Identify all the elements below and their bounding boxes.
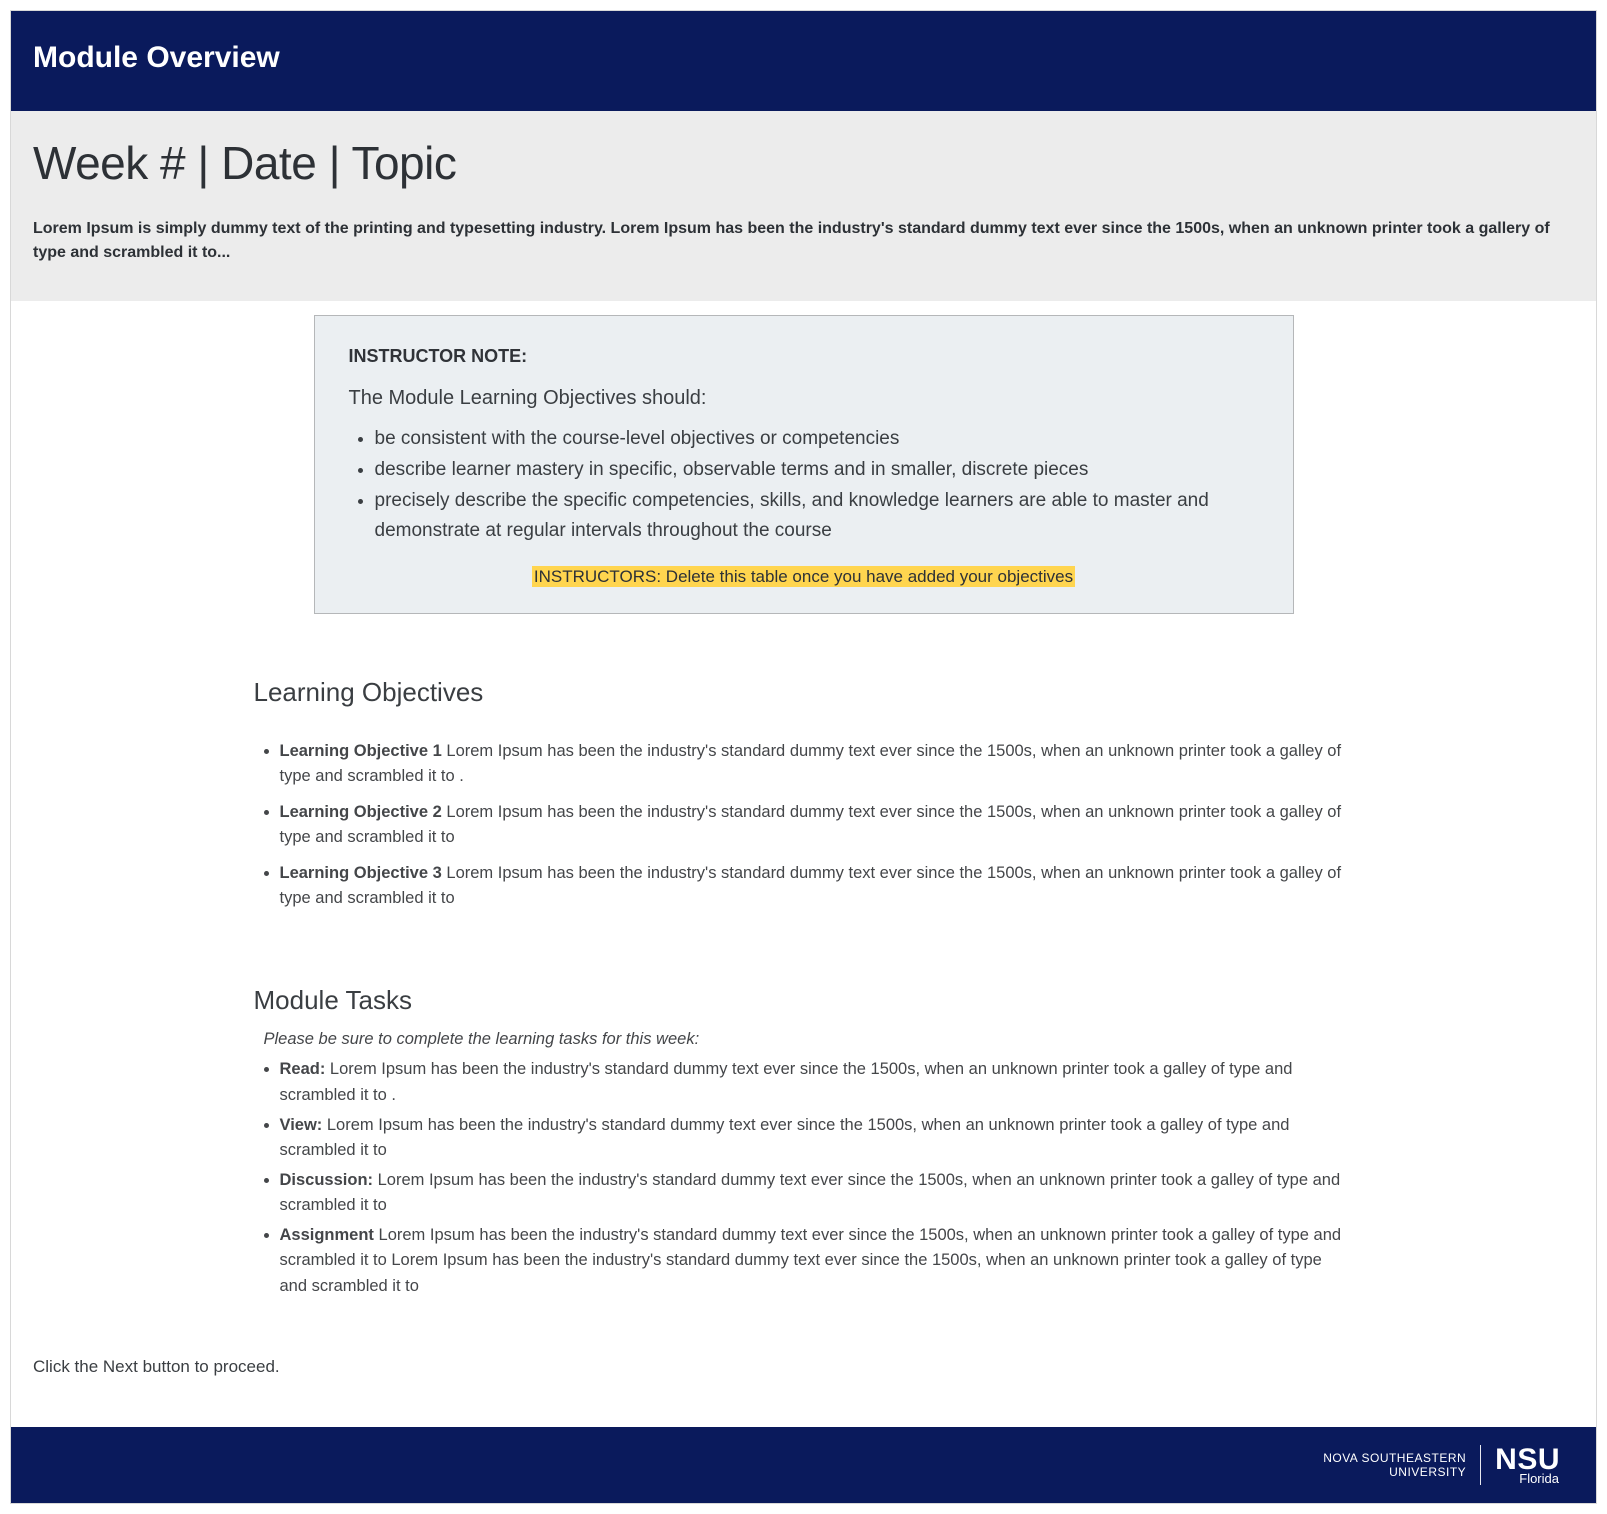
list-item: Read: Lorem Ipsum has been the industry'… — [280, 1057, 1354, 1108]
proceed-text: Click the Next button to proceed. — [33, 1355, 1574, 1379]
main-area: INSTRUCTOR NOTE: The Module Learning Obj… — [11, 301, 1596, 1427]
task-label: Assignment — [280, 1226, 374, 1244]
intro-heading: Week # | Date | Topic — [33, 131, 1574, 195]
task-text: Lorem Ipsum has been the industry's stan… — [280, 1116, 1290, 1160]
module-tasks-list: Read: Lorem Ipsum has been the industry'… — [254, 1057, 1354, 1299]
learning-objectives-list: Learning Objective 1 Lorem Ipsum has bee… — [254, 739, 1354, 912]
page-title: Module Overview — [33, 37, 1574, 79]
note-bullet: be consistent with the course-level obje… — [375, 424, 1259, 453]
delete-warning-text: INSTRUCTORS: Delete this table once you … — [532, 566, 1075, 587]
footer-university-name: NOVA SOUTHEASTERN UNIVERSITY — [1323, 1451, 1466, 1480]
footer-logo-small: Florida — [1519, 1473, 1560, 1485]
note-bullet-list: be consistent with the course-level obje… — [349, 424, 1259, 546]
footer-line1: NOVA SOUTHEASTERN — [1323, 1451, 1466, 1465]
content-inner: Learning Objectives Learning Objective 1… — [254, 674, 1354, 1299]
objective-label: Learning Objective 3 — [280, 864, 442, 882]
intro-blurb: Lorem Ipsum is simply dummy text of the … — [33, 217, 1574, 265]
delete-warning: INSTRUCTORS: Delete this table once you … — [349, 565, 1259, 589]
footer-band: NOVA SOUTHEASTERN UNIVERSITY NSU Florida — [11, 1427, 1596, 1503]
learning-objectives-heading: Learning Objectives — [254, 674, 1354, 710]
note-bullet: describe learner mastery in specific, ob… — [375, 455, 1259, 484]
note-title: INSTRUCTOR NOTE: — [349, 344, 1259, 369]
note-bullet: precisely describe the specific competen… — [375, 486, 1259, 545]
footer-logo-big: NSU — [1495, 1446, 1560, 1473]
note-intro: The Module Learning Objectives should: — [349, 384, 1259, 412]
task-text: Lorem Ipsum has been the industry's stan… — [280, 1060, 1293, 1104]
list-item: Assignment Lorem Ipsum has been the indu… — [280, 1223, 1354, 1300]
task-label: View: — [280, 1116, 323, 1134]
instructor-note-box: INSTRUCTOR NOTE: The Module Learning Obj… — [314, 315, 1294, 614]
task-text: Lorem Ipsum has been the industry's stan… — [280, 1226, 1342, 1295]
footer-divider — [1480, 1445, 1481, 1485]
task-label: Read: — [280, 1060, 326, 1078]
module-tasks-intro: Please be sure to complete the learning … — [264, 1028, 1354, 1051]
task-text: Lorem Ipsum has been the industry's stan… — [280, 1171, 1341, 1215]
list-item: Learning Objective 1 Lorem Ipsum has bee… — [280, 739, 1354, 790]
objective-label: Learning Objective 2 — [280, 803, 442, 821]
list-item: Discussion: Lorem Ipsum has been the ind… — [280, 1168, 1354, 1219]
task-label: Discussion: — [280, 1171, 374, 1189]
module-tasks-heading: Module Tasks — [254, 982, 1354, 1018]
list-item: View: Lorem Ipsum has been the industry'… — [280, 1113, 1354, 1164]
page-container: Module Overview Week # | Date | Topic Lo… — [10, 10, 1597, 1504]
list-item: Learning Objective 2 Lorem Ipsum has bee… — [280, 800, 1354, 851]
header-band: Module Overview — [11, 11, 1596, 111]
list-item: Learning Objective 3 Lorem Ipsum has bee… — [280, 861, 1354, 912]
objective-label: Learning Objective 1 — [280, 742, 442, 760]
intro-band: Week # | Date | Topic Lorem Ipsum is sim… — [11, 111, 1596, 301]
footer-line2: UNIVERSITY — [1323, 1465, 1466, 1479]
footer-logo: NSU Florida — [1495, 1446, 1560, 1485]
